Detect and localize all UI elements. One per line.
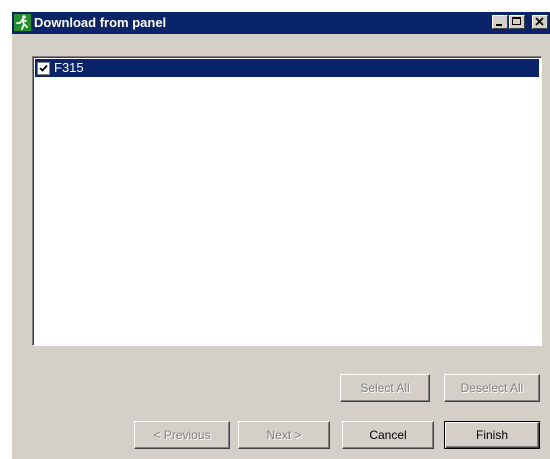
deselect-all-button[interactable]: Deselect All [444, 374, 540, 402]
next-button[interactable]: Next > [238, 421, 330, 449]
dialog-window: Download from panel F315 Select All Dese… [12, 12, 550, 459]
list-item[interactable]: F315 [35, 59, 539, 77]
maximize-button[interactable] [509, 15, 525, 29]
checkmark-icon [39, 64, 48, 72]
window-title: Download from panel [34, 15, 167, 30]
item-checkbox[interactable] [37, 62, 50, 75]
cancel-button[interactable]: Cancel [342, 421, 434, 449]
title-bar[interactable]: Download from panel [12, 12, 550, 34]
finish-button[interactable]: Finish [444, 421, 540, 449]
running-man-icon [14, 14, 31, 31]
list-item-label: F315 [54, 60, 84, 75]
panel-list[interactable]: F315 [32, 56, 542, 346]
minimize-button[interactable] [492, 15, 508, 29]
close-button[interactable] [532, 15, 548, 29]
select-all-button[interactable]: Select All [340, 374, 430, 402]
previous-button[interactable]: < Previous [134, 421, 230, 449]
